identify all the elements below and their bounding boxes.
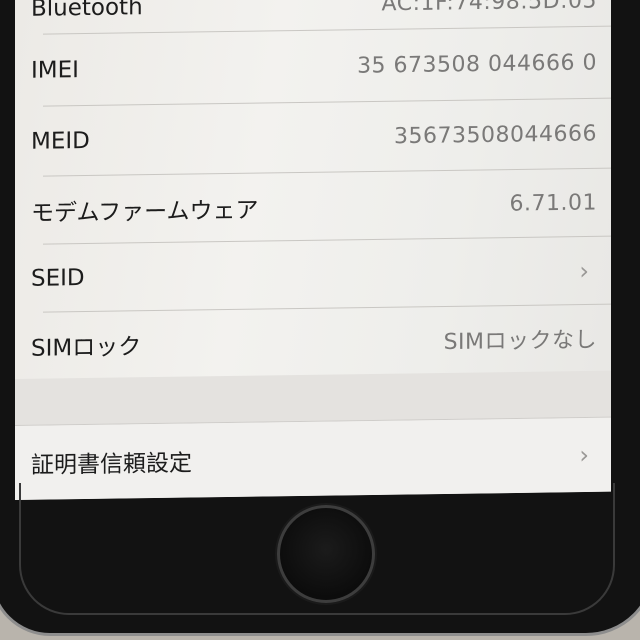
chevron-right-icon: › (579, 440, 589, 470)
imei-value: 35 673508 044666 0 (357, 50, 597, 79)
row-label: Bluetooth (31, 0, 143, 22)
chevron-right-icon: › (579, 256, 589, 286)
row-label: IMEI (31, 57, 79, 84)
phone-frame: Bluetooth AC:1F:74:98:5D:05 IMEI 35 6735… (0, 0, 640, 636)
about-settings-screen: Bluetooth AC:1F:74:98:5D:05 IMEI 35 6735… (15, 0, 611, 500)
row-modem-firmware: モデムファームウェア 6.71.01 (15, 169, 611, 245)
home-button[interactable] (277, 505, 375, 603)
sim-lock-value: SIMロックなし (443, 327, 597, 356)
row-meid: MEID 35673508044666 (15, 99, 611, 177)
row-label: MEID (31, 127, 90, 155)
row-sim-lock: SIMロック SIMロックなし (15, 305, 611, 379)
row-label: SEID (31, 265, 85, 292)
bluetooth-address: AC:1F:74:98:5D:05 (381, 0, 597, 17)
section-gap (15, 370, 611, 426)
row-label: モデムファームウェア (31, 197, 259, 227)
modem-firmware-value: 6.71.01 (509, 190, 597, 217)
meid-value: 35673508044666 (394, 121, 597, 150)
row-seid[interactable]: SEID › (15, 237, 611, 313)
row-imei: IMEI 35 673508 044666 0 (15, 27, 611, 107)
row-label: SIMロック (31, 334, 142, 362)
row-label: 証明書信頼設定 (31, 450, 192, 479)
